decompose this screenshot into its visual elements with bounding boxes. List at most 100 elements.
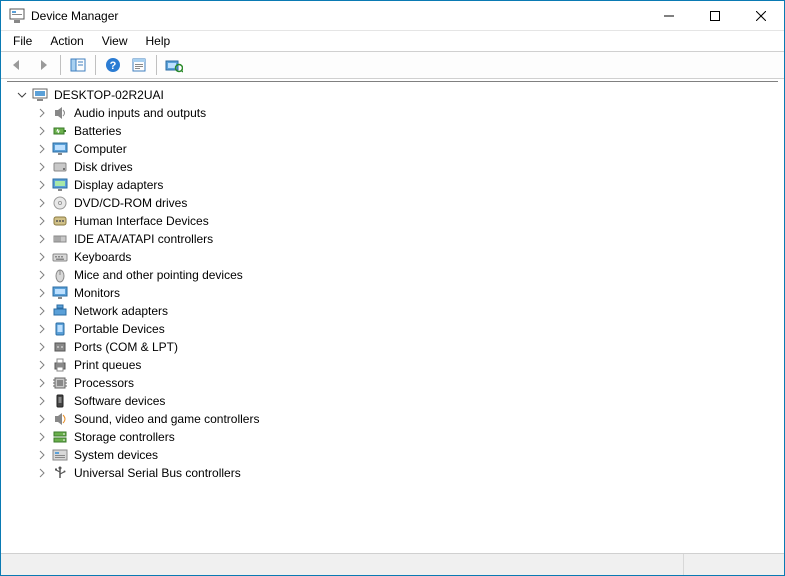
- tree-item-label: Keyboards: [72, 248, 133, 266]
- title-bar: Device Manager: [1, 1, 784, 31]
- chevron-right-icon[interactable]: [35, 286, 49, 300]
- tree-item[interactable]: DVD/CD-ROM drives: [13, 194, 778, 212]
- tree-item[interactable]: Audio inputs and outputs: [13, 104, 778, 122]
- monitor-icon: [52, 285, 68, 301]
- tree-item[interactable]: Keyboards: [13, 248, 778, 266]
- tree-item[interactable]: Processors: [13, 374, 778, 392]
- menu-view[interactable]: View: [94, 33, 136, 49]
- properties-button[interactable]: [127, 54, 151, 76]
- chevron-right-icon[interactable]: [35, 376, 49, 390]
- menu-action[interactable]: Action: [42, 33, 91, 49]
- tree-item[interactable]: Network adapters: [13, 302, 778, 320]
- chevron-right-icon[interactable]: [35, 448, 49, 462]
- tree-item-label: Network adapters: [72, 302, 170, 320]
- tree-item-label: System devices: [72, 446, 160, 464]
- tree-item[interactable]: System devices: [13, 446, 778, 464]
- computer-icon: [32, 87, 48, 103]
- chevron-right-icon[interactable]: [35, 394, 49, 408]
- tree-item-label: Portable Devices: [72, 320, 167, 338]
- chevron-right-icon[interactable]: [35, 304, 49, 318]
- menu-file[interactable]: File: [5, 33, 40, 49]
- chevron-right-icon[interactable]: [35, 106, 49, 120]
- tree-item-label: Software devices: [72, 392, 167, 410]
- tree-item-label: Print queues: [72, 356, 143, 374]
- usb-icon: [52, 465, 68, 481]
- status-cell: [1, 554, 684, 575]
- chevron-right-icon[interactable]: [35, 232, 49, 246]
- disk-icon: [52, 159, 68, 175]
- system-icon: [52, 447, 68, 463]
- back-button[interactable]: [5, 54, 29, 76]
- tree-item-label: Ports (COM & LPT): [72, 338, 180, 356]
- forward-button[interactable]: [31, 54, 55, 76]
- device-tree[interactable]: DESKTOP-02R2UAI Audio inputs and outputs…: [7, 81, 778, 549]
- chevron-right-icon[interactable]: [35, 250, 49, 264]
- keyboard-icon: [52, 249, 68, 265]
- chevron-down-icon[interactable]: [15, 88, 29, 102]
- show-hide-tree-button[interactable]: [66, 54, 90, 76]
- tree-item[interactable]: Ports (COM & LPT): [13, 338, 778, 356]
- tree-item[interactable]: Display adapters: [13, 176, 778, 194]
- chevron-right-icon[interactable]: [35, 124, 49, 138]
- tree-item-label: Processors: [72, 374, 136, 392]
- chevron-right-icon[interactable]: [35, 358, 49, 372]
- ide-icon: [52, 231, 68, 247]
- tree-item[interactable]: Universal Serial Bus controllers: [13, 464, 778, 482]
- minimize-button[interactable]: [646, 1, 692, 31]
- tree-item[interactable]: Storage controllers: [13, 428, 778, 446]
- chevron-right-icon[interactable]: [35, 412, 49, 426]
- toolbar: ?: [1, 51, 784, 79]
- tree-item[interactable]: Computer: [13, 140, 778, 158]
- menu-bar: File Action View Help: [1, 31, 784, 51]
- sound-icon: [52, 411, 68, 427]
- hid-icon: [52, 213, 68, 229]
- chevron-right-icon[interactable]: [35, 268, 49, 282]
- help-button[interactable]: ?: [101, 54, 125, 76]
- tree-item-label: DVD/CD-ROM drives: [72, 194, 189, 212]
- tree-item[interactable]: Monitors: [13, 284, 778, 302]
- cpu-icon: [52, 375, 68, 391]
- tree-item-label: Storage controllers: [72, 428, 177, 446]
- tree-item[interactable]: Print queues: [13, 356, 778, 374]
- display-icon: [52, 177, 68, 193]
- tree-item-label: Sound, video and game controllers: [72, 410, 261, 428]
- tree-item[interactable]: Mice and other pointing devices: [13, 266, 778, 284]
- software-icon: [52, 393, 68, 409]
- maximize-button[interactable]: [692, 1, 738, 31]
- chevron-right-icon[interactable]: [35, 430, 49, 444]
- tree-item-label: Audio inputs and outputs: [72, 104, 208, 122]
- svg-text:?: ?: [110, 60, 117, 72]
- tree-item[interactable]: Portable Devices: [13, 320, 778, 338]
- tree-item-label: Computer: [72, 140, 129, 158]
- toolbar-separator: [60, 55, 61, 75]
- chevron-right-icon[interactable]: [35, 196, 49, 210]
- tree-item[interactable]: Software devices: [13, 392, 778, 410]
- menu-help[interactable]: Help: [138, 33, 179, 49]
- speaker-icon: [52, 105, 68, 121]
- portable-icon: [52, 321, 68, 337]
- chevron-right-icon[interactable]: [35, 322, 49, 336]
- toolbar-separator: [95, 55, 96, 75]
- tree-item[interactable]: Batteries: [13, 122, 778, 140]
- chevron-right-icon[interactable]: [35, 214, 49, 228]
- window-title: Device Manager: [31, 9, 118, 23]
- tree-root-node[interactable]: DESKTOP-02R2UAI: [13, 86, 778, 104]
- chevron-right-icon[interactable]: [35, 340, 49, 354]
- mouse-icon: [52, 267, 68, 283]
- close-button[interactable]: [738, 1, 784, 31]
- tree-item[interactable]: Human Interface Devices: [13, 212, 778, 230]
- chevron-right-icon[interactable]: [35, 160, 49, 174]
- chevron-right-icon[interactable]: [35, 142, 49, 156]
- tree-item[interactable]: Sound, video and game controllers: [13, 410, 778, 428]
- tree-item-label: Disk drives: [72, 158, 135, 176]
- chevron-right-icon[interactable]: [35, 466, 49, 480]
- tree-item[interactable]: Disk drives: [13, 158, 778, 176]
- scan-hardware-button[interactable]: [162, 54, 186, 76]
- status-cell: [684, 554, 784, 575]
- battery-icon: [52, 123, 68, 139]
- tree-root-label: DESKTOP-02R2UAI: [52, 86, 166, 104]
- chevron-right-icon[interactable]: [35, 178, 49, 192]
- tree-item-label: Batteries: [72, 122, 123, 140]
- printer-icon: [52, 357, 68, 373]
- tree-item[interactable]: IDE ATA/ATAPI controllers: [13, 230, 778, 248]
